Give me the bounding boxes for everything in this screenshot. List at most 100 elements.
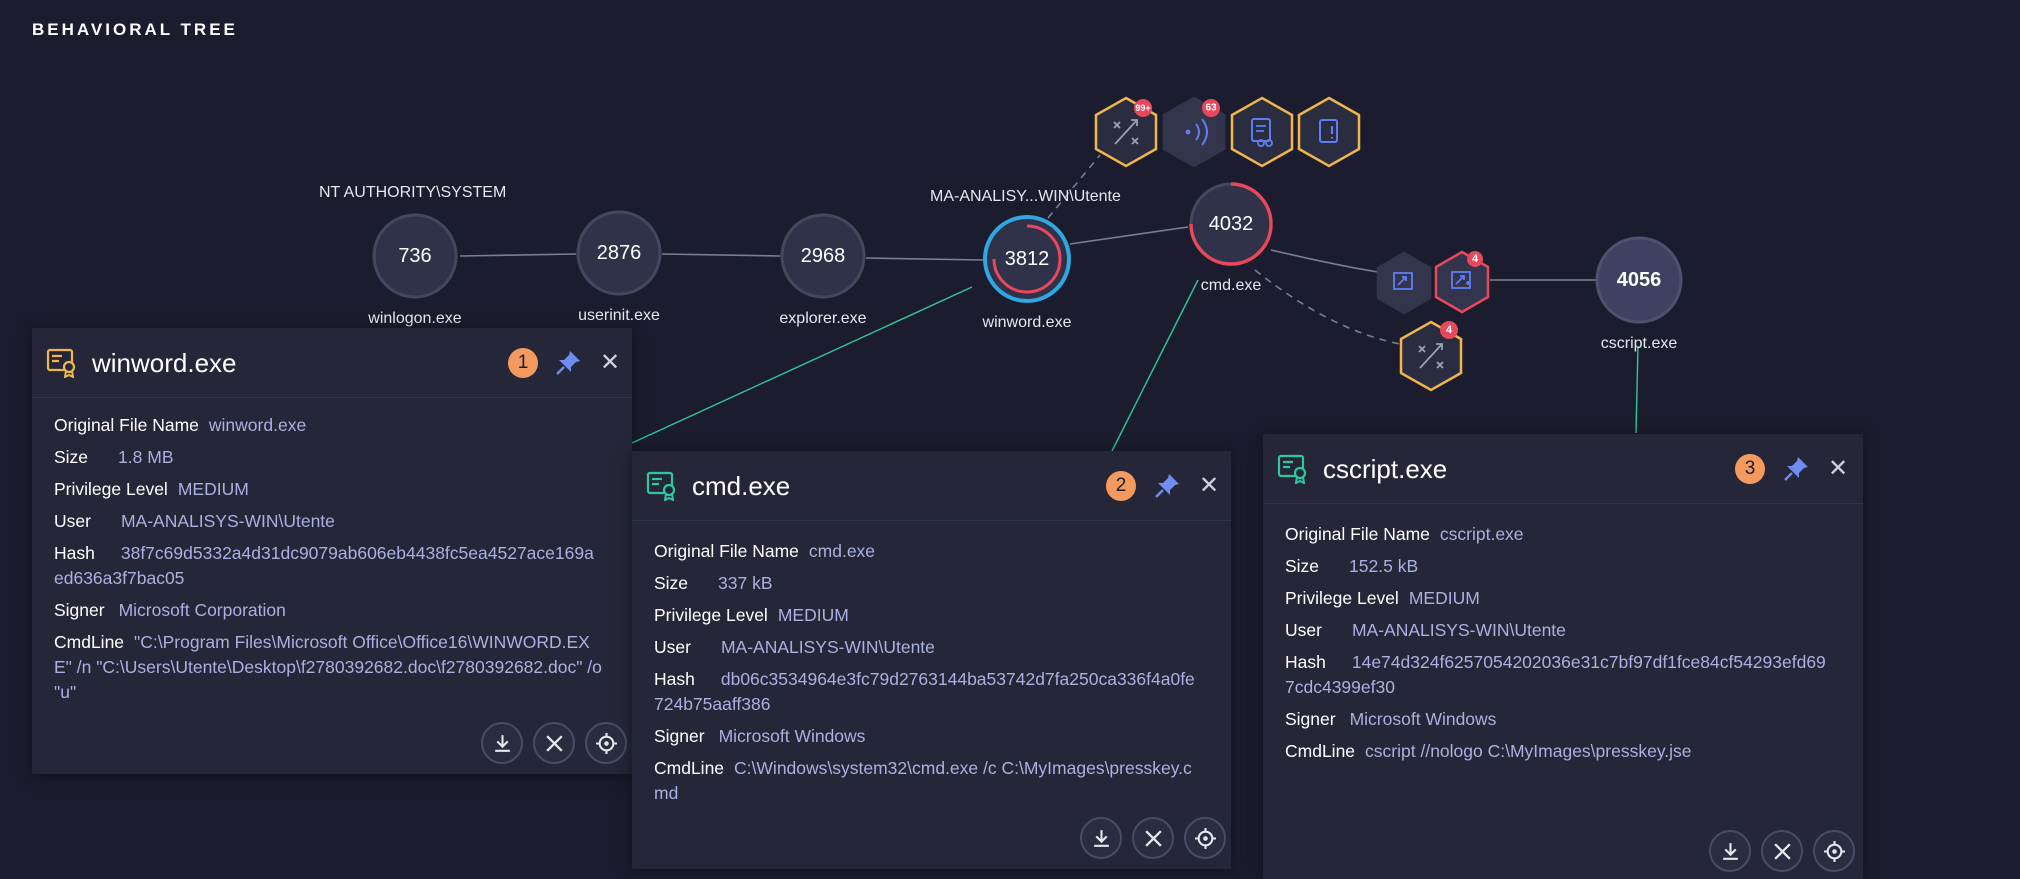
- x-icon: [546, 735, 563, 752]
- field-original-file-name: Original File Name cscript.exe: [1285, 524, 1524, 544]
- close-panel-button[interactable]: ✕: [599, 351, 621, 375]
- field-user: User MA-ANALISYS-WIN\Utente: [654, 637, 935, 657]
- download-icon: [495, 735, 510, 752]
- process-node-2968[interactable]: 2968 explorer.exe: [779, 213, 867, 327]
- node-name: explorer.exe: [779, 310, 866, 327]
- user-label-analyst: MA-ANALISY...WIN\Utente: [930, 188, 1121, 205]
- field-original-file-name: Original File Name cmd.exe: [654, 541, 876, 561]
- process-panel-cscript: cscript.exe 3 ✕ Original File Name cscrip…: [1263, 434, 1863, 879]
- field-signer: Signer Microsoft Corporation: [54, 600, 286, 620]
- field-size: Size 152.5 kB: [1285, 556, 1419, 576]
- close-panel-button[interactable]: ✕: [1198, 474, 1220, 498]
- download-button[interactable]: [1709, 830, 1751, 872]
- terminate-button[interactable]: [533, 722, 575, 764]
- hex-process-create-icon[interactable]: 4: [1434, 250, 1490, 314]
- panel-number-badge: 3: [1735, 454, 1765, 484]
- field-cmdline: CmdLine cscript //nologo C:\MyImages\pres…: [1285, 741, 1692, 761]
- pin-icon[interactable]: [1152, 471, 1182, 501]
- behavioral-tree-view: BEHAVIORAL TREE NT AUTHORITY\SYSTEM MA-A…: [0, 0, 2020, 879]
- target-icon: [1195, 828, 1216, 849]
- panel-title: winword.exe: [92, 348, 237, 378]
- node-pid: 3812: [1005, 248, 1050, 270]
- locate-button[interactable]: [1184, 817, 1226, 859]
- leader-line-2: [1111, 279, 1199, 452]
- node-name: userinit.exe: [578, 307, 660, 324]
- target-icon: [1824, 841, 1845, 862]
- node-pid: 4032: [1209, 213, 1254, 235]
- hex-badge-count: 63: [1205, 103, 1217, 114]
- hex-document-link-icon[interactable]: [1230, 96, 1294, 168]
- hex-process-inject-icon[interactable]: [1376, 251, 1432, 315]
- field-cmdline: CmdLine "C:\Program Files\Microsoft Offic…: [54, 632, 602, 702]
- user-label-system: NT AUTHORITY\SYSTEM: [319, 184, 506, 201]
- close-panel-button[interactable]: ✕: [1827, 457, 1849, 481]
- locate-button[interactable]: [1813, 830, 1855, 872]
- target-icon: [596, 733, 617, 754]
- process-node-4056[interactable]: 4056 cscript.exe: [1595, 236, 1683, 352]
- download-button[interactable]: [481, 722, 523, 764]
- hex-badge-count: 99+: [1135, 103, 1150, 113]
- terminate-button[interactable]: [1761, 830, 1803, 872]
- download-button[interactable]: [1080, 817, 1122, 859]
- field-hash: Hash db06c3534964e3fc79d2763144ba53742d7f…: [654, 669, 1195, 714]
- download-icon: [1723, 843, 1738, 860]
- edge-4032-hex: [1270, 249, 1379, 273]
- certificate-icon: [1277, 454, 1307, 484]
- pin-icon[interactable]: [1781, 454, 1811, 484]
- node-pid: 2876: [597, 242, 642, 264]
- hex-signal-icon[interactable]: 63: [1162, 96, 1226, 168]
- field-privilege-level: Privilege Level MEDIUM: [654, 605, 849, 625]
- panel-title: cmd.exe: [692, 471, 791, 501]
- field-size: Size 1.8 MB: [54, 447, 174, 467]
- panel-number-badge: 2: [1106, 471, 1136, 501]
- edge-3812-4032: [1069, 226, 1189, 245]
- hex-network-connect-icon[interactable]: 99+: [1094, 96, 1158, 168]
- node-pid: 736: [398, 245, 431, 267]
- node-name: winlogon.exe: [367, 310, 462, 327]
- panel-header: cscript.exe 3 ✕: [1263, 434, 1863, 504]
- field-hash: Hash 14e74d324f6257054202036e31c7bf97df1f…: [1285, 652, 1826, 697]
- x-icon: [1145, 830, 1162, 847]
- node-pid: 4056: [1617, 269, 1662, 291]
- field-hash: Hash 38f7c69d5332a4d31dc9079ab606eb4438fc…: [54, 543, 594, 588]
- node-name: cscript.exe: [1601, 335, 1678, 352]
- node-name: winword.exe: [982, 314, 1072, 331]
- hex-alert-document-icon[interactable]: [1297, 96, 1361, 168]
- terminate-button[interactable]: [1132, 817, 1174, 859]
- locate-button[interactable]: [585, 722, 627, 764]
- panel-header: cmd.exe 2 ✕: [632, 451, 1231, 521]
- field-signer: Signer Microsoft Windows: [1285, 709, 1497, 729]
- field-privilege-level: Privilege Level MEDIUM: [54, 479, 249, 499]
- process-node-4032[interactable]: 4032 cmd.exe: [1189, 182, 1273, 294]
- panel-title: cscript.exe: [1323, 454, 1448, 484]
- node-name: cmd.exe: [1201, 277, 1262, 294]
- field-signer: Signer Microsoft Windows: [654, 726, 866, 746]
- field-user: User MA-ANALISYS-WIN\Utente: [1285, 620, 1566, 640]
- process-node-2876[interactable]: 2876 userinit.exe: [576, 210, 662, 324]
- hex-network-lower-icon[interactable]: 4: [1399, 320, 1463, 392]
- pin-icon[interactable]: [553, 348, 583, 378]
- field-original-file-name: Original File Name winword.exe: [54, 415, 307, 435]
- certificate-icon: [46, 348, 76, 378]
- process-panel-winword: winword.exe 1 ✕ Original File Name winwor…: [32, 328, 632, 774]
- process-node-736[interactable]: 736 winlogon.exe: [367, 213, 462, 327]
- download-icon: [1094, 830, 1109, 847]
- hex-badge-count: 4: [1472, 253, 1479, 265]
- leader-line-3: [1635, 345, 1639, 434]
- field-user: User MA-ANALISYS-WIN\Utente: [54, 511, 335, 531]
- panel-number-badge: 1: [508, 348, 538, 378]
- x-icon: [1774, 843, 1791, 860]
- field-cmdline: CmdLine C:\Windows\system32\cmd.exe /c C:…: [654, 758, 1192, 803]
- edge-2968-3812: [865, 257, 985, 261]
- process-panel-cmd: cmd.exe 2 ✕ Original File Name cmd.exe Si…: [632, 451, 1231, 869]
- certificate-icon: [646, 471, 676, 501]
- edge-dashed-top: [1047, 154, 1101, 219]
- panel-header: winword.exe 1 ✕: [32, 328, 632, 398]
- edge-736-2876: [459, 253, 577, 257]
- field-size: Size 337 kB: [654, 573, 773, 593]
- field-privilege-level: Privilege Level MEDIUM: [1285, 588, 1480, 608]
- edge-2876-2968: [661, 253, 781, 257]
- hex-badge-count: 4: [1446, 324, 1453, 336]
- node-pid: 2968: [801, 245, 846, 267]
- process-node-3812[interactable]: 3812 winword.exe: [982, 215, 1072, 331]
